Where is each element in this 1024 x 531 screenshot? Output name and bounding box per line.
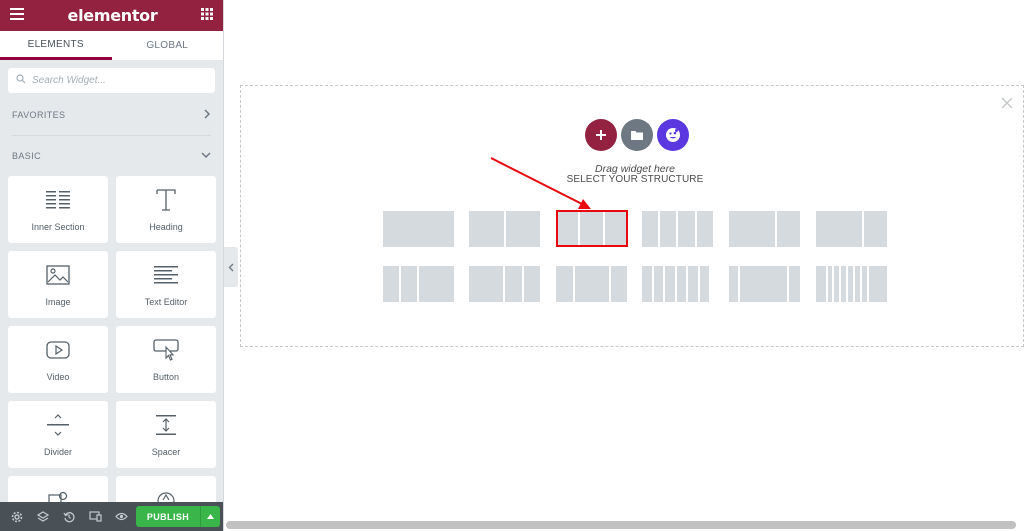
horizontal-scrollbar[interactable] [226, 521, 1016, 529]
annotation-arrow [490, 157, 591, 209]
